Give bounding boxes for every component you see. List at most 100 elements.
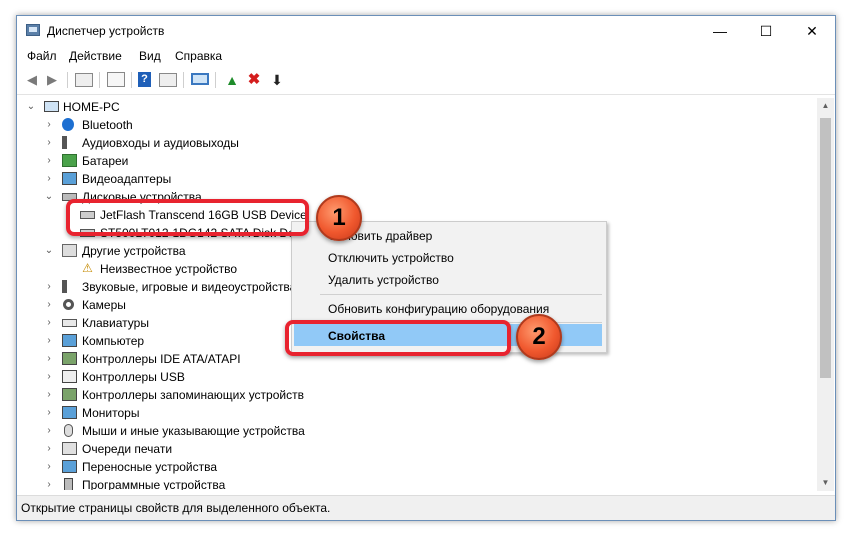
scroll-up-icon[interactable]: ▲ <box>817 98 834 114</box>
maximize-button[interactable]: ☐ <box>743 16 789 46</box>
battery-icon <box>62 154 77 167</box>
tree-item-print-queues[interactable]: › Очереди печати <box>18 440 808 458</box>
toolbar-separator <box>131 72 132 88</box>
tree-item-display-adapters[interactable]: › Видеоадаптеры <box>18 170 808 188</box>
portable-device-icon <box>62 460 77 473</box>
status-text: Открытие страницы свойств для выделенног… <box>21 501 331 515</box>
tree-item-monitors[interactable]: › Мониторы <box>18 404 808 422</box>
tree-item-label: Видеоадаптеры <box>82 172 172 186</box>
tree-item-label: Bluetooth <box>82 118 133 132</box>
scroll-down-icon[interactable]: ▼ <box>817 475 834 491</box>
storage-controller-icon <box>62 388 77 401</box>
expand-icon[interactable]: › <box>44 458 54 476</box>
menu-view[interactable]: Вид <box>139 49 161 63</box>
menu-separator <box>320 294 602 295</box>
collapse-icon[interactable]: ⌄ <box>44 242 54 260</box>
computer-root-icon <box>44 101 59 112</box>
vertical-scrollbar[interactable]: ▲ ▼ <box>817 98 834 491</box>
warning-device-icon: ⚠ <box>82 261 93 275</box>
tree-item-label: Мониторы <box>82 406 140 420</box>
tree-item-software-devices[interactable]: › Программные устройства <box>18 476 808 490</box>
menu-help[interactable]: Справка <box>175 49 222 63</box>
expand-icon[interactable]: › <box>44 278 54 296</box>
step-2-badge: 2 <box>516 314 562 360</box>
expand-icon[interactable]: › <box>44 332 54 350</box>
expand-icon[interactable]: › <box>44 386 54 404</box>
tree-item-label: Батареи <box>82 154 129 168</box>
keyboard-icon <box>62 319 77 327</box>
menu-uninstall-device[interactable]: Удалить устройство <box>328 273 439 287</box>
callout-frame-device <box>66 199 309 236</box>
expand-icon[interactable]: › <box>44 476 54 490</box>
expand-icon[interactable]: › <box>44 152 54 170</box>
tree-item-label: Аудиовходы и аудиовыходы <box>82 136 239 150</box>
toolbar-separator <box>67 72 68 88</box>
tree-item-usb-controllers[interactable]: › Контроллеры USB <box>18 368 808 386</box>
toolbar: ◀ ▶ ? ▲ ✖ ⬇ <box>17 68 835 95</box>
tree-item-label: Компьютер <box>82 334 145 348</box>
menu-file[interactable]: Файл <box>27 49 57 63</box>
scrollbar-thumb[interactable] <box>820 118 831 378</box>
expand-icon[interactable]: › <box>44 170 54 188</box>
toolbar-separator <box>215 72 216 88</box>
menu-disable-device[interactable]: Отключить устройство <box>328 251 454 265</box>
tree-item-mice[interactable]: › Мыши и иные указывающие устройства <box>18 422 808 440</box>
mouse-icon <box>64 424 73 437</box>
tree-item-bluetooth[interactable]: › Bluetooth <box>18 116 808 134</box>
tree-item-batteries[interactable]: › Батареи <box>18 152 808 170</box>
expand-icon[interactable]: › <box>44 440 54 458</box>
expand-icon[interactable]: › <box>44 404 54 422</box>
menu-scan-hardware[interactable]: Обновить конфигурацию оборудования <box>328 302 549 316</box>
collapse-icon[interactable]: ⌄ <box>44 188 54 206</box>
printer-icon <box>62 442 77 455</box>
tree-item-label: Очереди печати <box>82 442 173 456</box>
close-button[interactable]: ✕ <box>789 16 835 46</box>
forward-icon[interactable]: ▶ <box>43 71 61 89</box>
menu-action[interactable]: Действие <box>69 49 122 63</box>
tree-item-label: Программные устройства <box>82 478 226 490</box>
tree-item-label: Контроллеры IDE ATA/ATAPI <box>82 352 241 366</box>
expand-icon[interactable]: › <box>44 296 54 314</box>
camera-icon <box>63 299 74 310</box>
expand-icon[interactable]: › <box>44 116 54 134</box>
window-title: Диспетчер устройств <box>47 24 165 38</box>
ide-controller-icon <box>62 352 77 365</box>
console-tree-icon[interactable] <box>107 72 125 87</box>
display-adapter-icon <box>62 172 77 185</box>
tree-item-label: Переносные устройства <box>82 460 218 474</box>
properties-view-icon[interactable] <box>75 73 93 87</box>
tree-item-label: Контроллеры USB <box>82 370 185 384</box>
bluetooth-icon <box>62 118 74 131</box>
tree-item-label: Контроллеры запоминающих устройств <box>82 388 304 402</box>
back-icon[interactable]: ◀ <box>23 71 41 89</box>
help-icon[interactable]: ? <box>138 72 151 87</box>
usb-icon <box>62 370 77 383</box>
other-devices-icon <box>62 244 77 257</box>
tree-item-audio[interactable]: › Аудиовходы и аудиовыходы <box>18 134 808 152</box>
expand-icon[interactable]: › <box>44 350 54 368</box>
scan-hardware-icon[interactable] <box>191 73 209 85</box>
details-view-icon[interactable] <box>159 73 177 87</box>
expand-icon[interactable]: › <box>44 134 54 152</box>
tree-item-storage-controllers[interactable]: › Контроллеры запоминающих устройств <box>18 386 808 404</box>
tree-item-label: Клавиатуры <box>82 316 149 330</box>
tree-item-label: Звуковые, игровые и видеоустройства <box>82 280 297 294</box>
disable-device-icon[interactable]: ⬇ <box>268 71 286 89</box>
collapse-icon[interactable]: ⌄ <box>26 98 36 116</box>
speaker-icon <box>62 136 74 149</box>
tree-item-label: Другие устройства <box>82 244 186 258</box>
status-bar: Открытие страницы свойств для выделенног… <box>17 495 835 520</box>
tree-item-label: Неизвестное устройство <box>100 262 238 276</box>
update-driver-icon[interactable]: ▲ <box>223 71 241 89</box>
tree-item-portable-devices[interactable]: › Переносные устройства <box>18 458 808 476</box>
expand-icon[interactable]: › <box>44 314 54 332</box>
callout-frame-properties <box>285 320 511 356</box>
toolbar-separator <box>183 72 184 88</box>
software-device-icon <box>64 478 73 490</box>
minimize-button[interactable]: — <box>697 16 743 46</box>
expand-icon[interactable]: › <box>44 422 54 440</box>
uninstall-icon[interactable]: ✖ <box>245 71 263 89</box>
toolbar-separator <box>99 72 100 88</box>
expand-icon[interactable]: › <box>44 368 54 386</box>
tree-root-row[interactable]: ⌄ HOME-PC <box>18 98 808 116</box>
